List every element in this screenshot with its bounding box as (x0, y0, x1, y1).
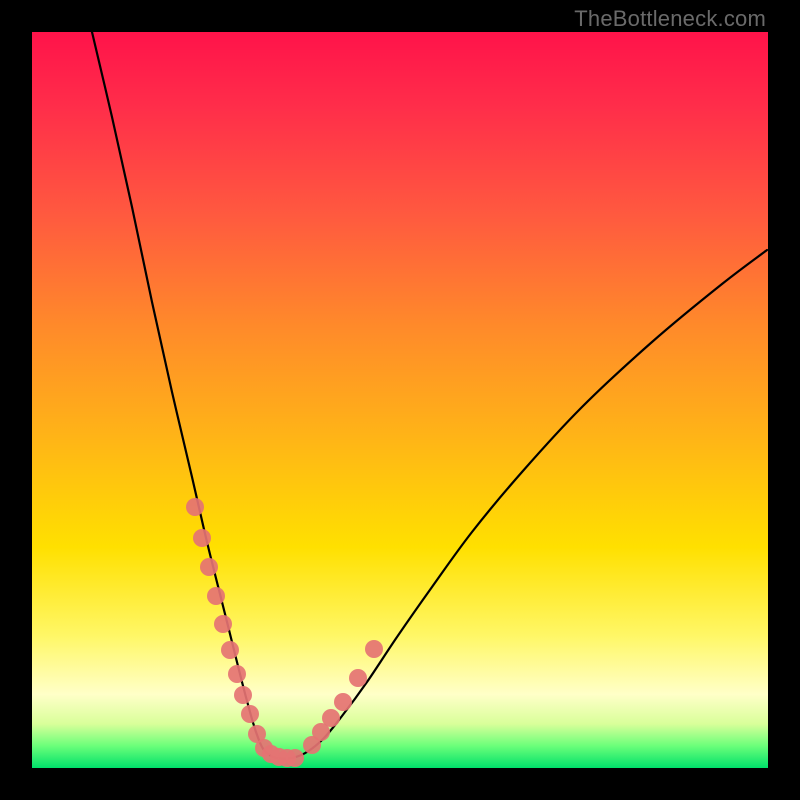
markers-bottom-group (255, 739, 304, 767)
marker-dot (241, 705, 259, 723)
chart-svg (32, 32, 768, 768)
bottleneck-curve (92, 32, 767, 759)
chart-frame: TheBottleneck.com (0, 0, 800, 800)
marker-dot (349, 669, 367, 687)
plot-area (32, 32, 768, 768)
marker-dot (193, 529, 211, 547)
marker-dot (214, 615, 232, 633)
marker-dot (186, 498, 204, 516)
marker-dot (207, 587, 225, 605)
marker-dot (322, 709, 340, 727)
marker-dot (200, 558, 218, 576)
marker-dot (286, 749, 304, 767)
marker-dot (365, 640, 383, 658)
marker-dot (228, 665, 246, 683)
watermark-text: TheBottleneck.com (574, 6, 766, 32)
markers-right-group (303, 640, 383, 754)
marker-dot (221, 641, 239, 659)
marker-dot (334, 693, 352, 711)
markers-left-group (186, 498, 266, 743)
marker-dot (234, 686, 252, 704)
